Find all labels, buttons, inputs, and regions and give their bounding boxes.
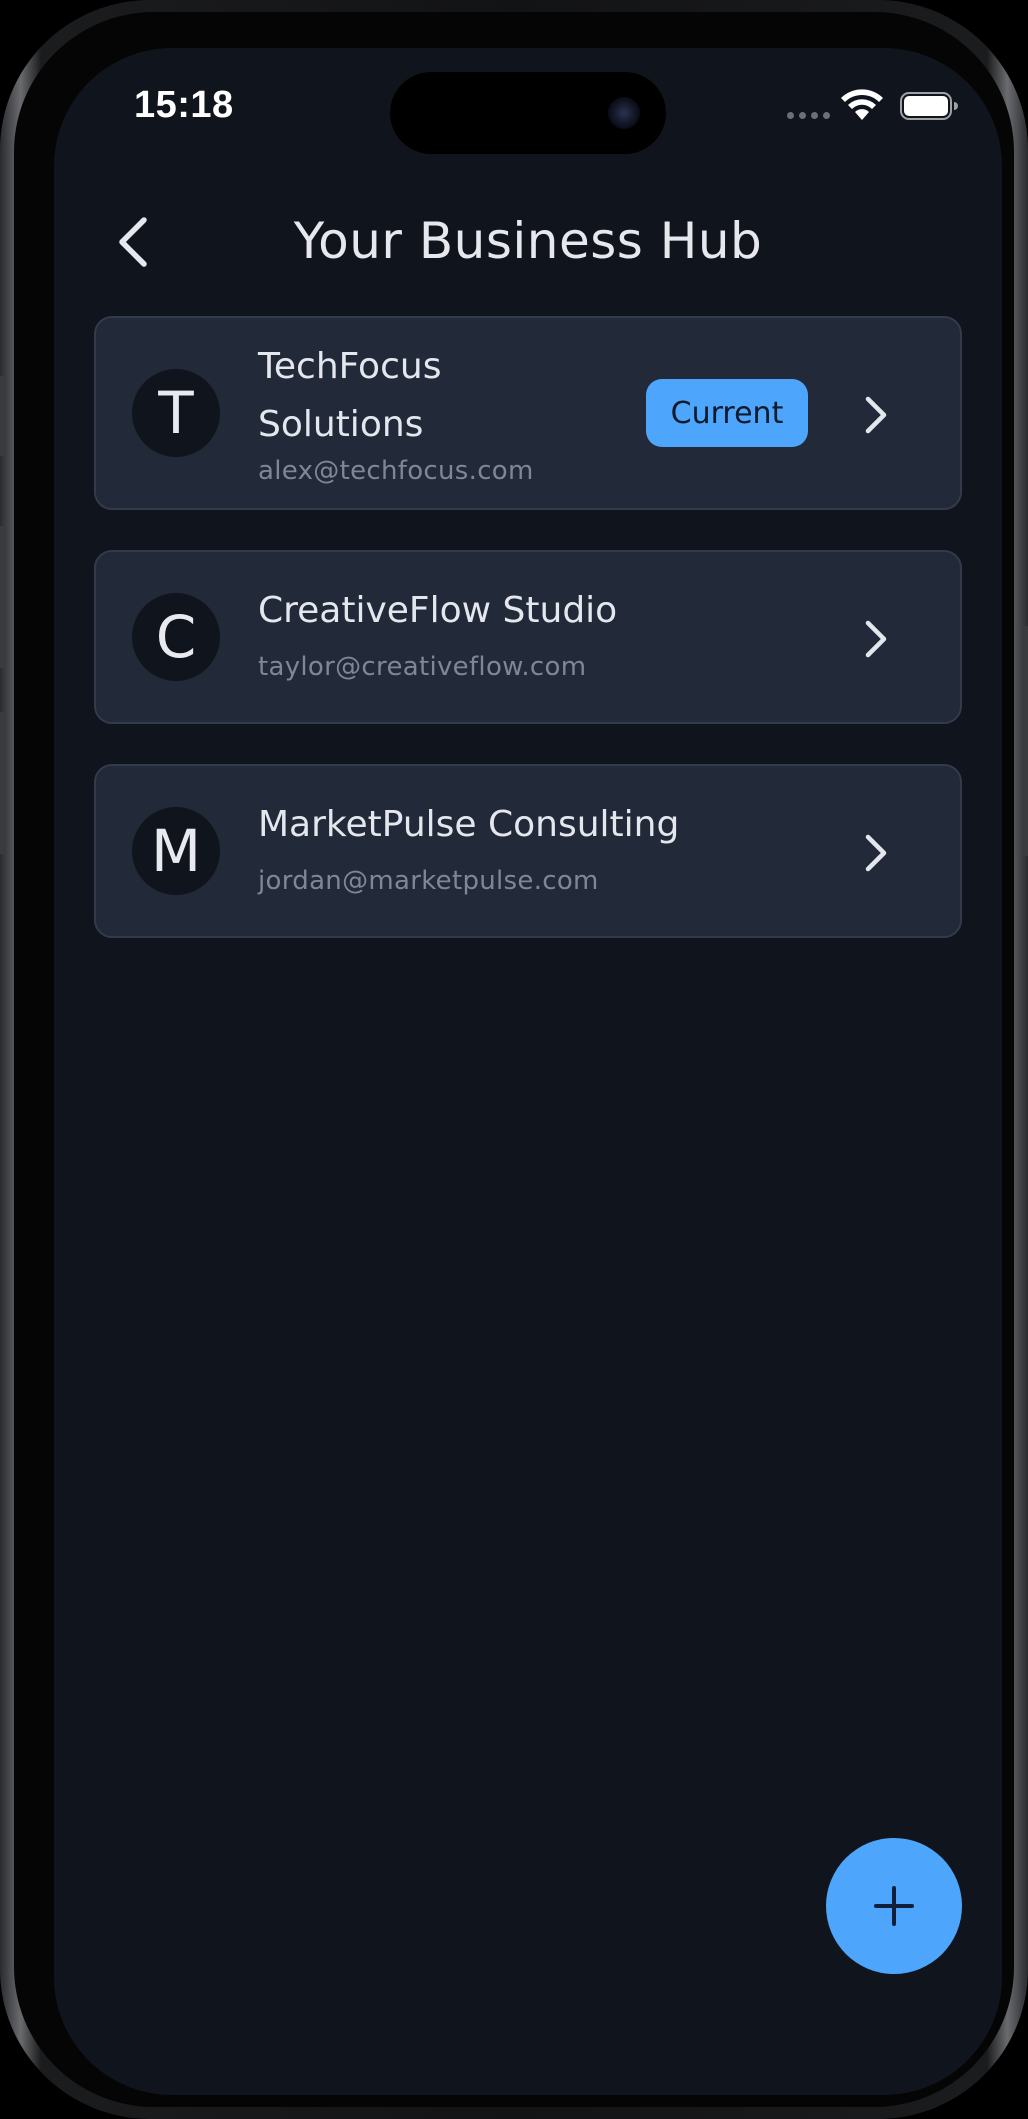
volume-up-button xyxy=(0,526,6,668)
business-email: taylor@creativeflow.com xyxy=(258,652,587,682)
battery-icon xyxy=(900,92,958,120)
avatar: M xyxy=(132,807,220,895)
chevron-right-icon xyxy=(858,831,894,875)
page-title: Your Business Hub xyxy=(293,212,763,270)
cellular-signal-icon xyxy=(787,112,830,119)
avatar: C xyxy=(132,593,220,681)
action-button xyxy=(0,376,6,456)
business-name: TechFocus Solutions xyxy=(258,346,442,445)
business-list: T TechFocus Solutions alex@techfocus.com… xyxy=(94,316,962,978)
business-email: alex@techfocus.com xyxy=(258,456,534,486)
avatar: T xyxy=(132,369,220,457)
dynamic-island xyxy=(390,72,666,154)
front-camera-icon xyxy=(608,97,640,129)
status-bar: 15:18 xyxy=(54,48,1002,168)
screen: 15:18 Your Business Hub T TechFocus Solu… xyxy=(54,48,1002,2095)
business-name: MarketPulse Consulting xyxy=(258,804,680,845)
business-card-marketpulse[interactable]: M MarketPulse Consulting jordan@marketpu… xyxy=(94,764,962,938)
business-card-creativeflow[interactable]: C CreativeFlow Studio taylor@creativeflo… xyxy=(94,550,962,724)
phone-frame: 15:18 Your Business Hub T TechFocus Solu… xyxy=(0,0,1028,2119)
business-email: jordan@marketpulse.com xyxy=(258,866,599,896)
power-button xyxy=(1022,626,1028,856)
volume-down-button xyxy=(0,712,6,854)
wifi-icon xyxy=(841,89,883,120)
bezel: 15:18 Your Business Hub T TechFocus Solu… xyxy=(14,12,1014,2107)
chevron-right-icon xyxy=(858,617,894,661)
header: Your Business Hub xyxy=(54,188,1002,298)
plus-icon xyxy=(874,1886,914,1926)
business-name: CreativeFlow Studio xyxy=(258,590,618,631)
current-badge: Current xyxy=(646,379,808,447)
business-card-techfocus[interactable]: T TechFocus Solutions alex@techfocus.com… xyxy=(94,316,962,510)
chevron-right-icon xyxy=(858,393,894,437)
add-business-button[interactable] xyxy=(826,1838,962,1974)
status-time: 15:18 xyxy=(134,84,234,126)
